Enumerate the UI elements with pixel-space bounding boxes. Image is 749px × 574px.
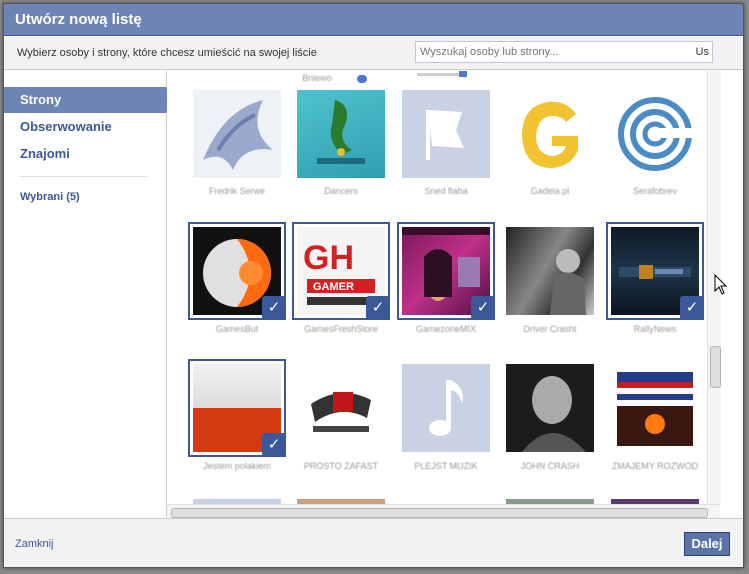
tile-label: Jestem polakiem — [203, 461, 271, 471]
tile-label: PROSTO ZAFAST — [303, 461, 379, 471]
tile-label: JOHN CRASH — [520, 461, 580, 471]
tile-label: Fredrik Serwe — [208, 186, 265, 196]
partial-avatar-icon — [357, 75, 367, 83]
page-tile[interactable] — [397, 85, 495, 183]
flag-placeholder-icon — [402, 90, 490, 178]
selected-check-icon: ✓ — [366, 296, 390, 320]
page-tile[interactable] — [501, 85, 599, 183]
page-tile[interactable] — [397, 359, 495, 457]
sidebar-item-following[interactable]: Obserwowanie — [4, 114, 166, 140]
tile-label: Serafobrev — [632, 186, 678, 196]
tile-label: Sned flaba — [424, 186, 468, 196]
search-input[interactable]: Wyszukaj osoby lub strony... Us — [415, 41, 713, 63]
page-tile-selected[interactable]: ✓ — [606, 222, 704, 320]
mouse-cursor-icon — [714, 274, 728, 295]
page-tile[interactable] — [292, 359, 390, 457]
partial-row-top: Bnlewo — [167, 71, 705, 85]
selected-check-icon: ✓ — [262, 296, 286, 320]
selected-check-icon: ✓ — [680, 296, 704, 320]
vertical-scroll-thumb[interactable] — [710, 346, 721, 388]
tile-label: Driver Crasht — [523, 324, 577, 334]
page-tile[interactable] — [606, 85, 704, 183]
tile-label: PLEJST MUZIK — [414, 461, 478, 471]
page-tile-selected[interactable]: ✓ — [188, 222, 286, 320]
tile-label: GamesBut — [215, 324, 259, 334]
selected-check-icon: ✓ — [262, 433, 286, 457]
g-letter-logo-icon — [506, 90, 594, 178]
search-placeholder: Wyszukaj osoby lub strony... — [420, 46, 559, 58]
dialog-description: Wybierz osoby i strony, które chcesz umi… — [17, 47, 317, 59]
close-link[interactable]: Zamknij — [15, 538, 54, 550]
red-logo-icon — [297, 364, 385, 452]
create-list-dialog: Utwórz nową listę Wybierz osoby i strony… — [3, 3, 744, 568]
category-sidebar: Strony Obserwowanie Znajomi Wybrani (5) — [4, 71, 174, 517]
tile-label: RallyNews — [633, 324, 677, 334]
dialog-title: Utwórz nową listę — [4, 4, 743, 36]
bird-logo-icon — [193, 90, 281, 178]
sidebar-item-pages[interactable]: Strony — [4, 87, 166, 113]
sidebar-item-friends[interactable]: Znajomi — [4, 141, 166, 167]
dialog-footer: Zamknij Dalej — [4, 518, 743, 567]
next-button[interactable]: Dalej — [684, 532, 730, 556]
tile-label: Dancers — [324, 186, 358, 196]
partial-icon — [459, 71, 467, 77]
dialog-subheader: Wybierz osoby i strony, które chcesz umi… — [4, 37, 743, 70]
horizontal-scroll-thumb[interactable] — [171, 508, 708, 518]
bw-photo-icon — [506, 227, 594, 315]
page-tile[interactable] — [501, 359, 599, 457]
page-tile[interactable] — [188, 85, 286, 183]
page-tile-selected[interactable]: ✓ — [397, 222, 495, 320]
page-tile-selected[interactable]: ✓ — [188, 359, 286, 457]
selected-check-icon: ✓ — [471, 296, 495, 320]
horizontal-scrollbar[interactable] — [167, 504, 720, 519]
page-tile[interactable] — [501, 222, 599, 320]
svg-text:GAMER: GAMER — [313, 281, 354, 293]
partial-label-bar — [417, 73, 463, 76]
tile-label: GamezoneMIX — [415, 324, 477, 334]
dancer-logo-icon — [297, 90, 385, 178]
bw-portrait-icon — [506, 364, 594, 452]
sidebar-item-selected[interactable]: Wybrani (5) — [20, 191, 80, 203]
page-tile[interactable] — [292, 85, 390, 183]
search-icon[interactable]: Us — [696, 46, 709, 58]
tile-label: Gadela.pl — [530, 186, 570, 196]
spiral-logo-icon — [611, 90, 699, 178]
tile-label: ZMAJEMY ROZWOD — [611, 461, 699, 471]
flag-collage-icon — [611, 364, 699, 452]
tile-label: GamesFreshStore — [304, 324, 378, 334]
page-tile[interactable] — [606, 359, 704, 457]
svg-text:GH: GH — [303, 239, 354, 277]
pages-grid: Bnlewo Fredrik Serwe Dancers Sned flaba … — [167, 71, 705, 504]
sidebar-divider — [20, 176, 147, 177]
page-tile-selected[interactable]: GH GAMER ✓ — [292, 222, 390, 320]
partial-top-label: Bnlewo — [302, 73, 332, 83]
music-note-icon — [402, 364, 490, 452]
